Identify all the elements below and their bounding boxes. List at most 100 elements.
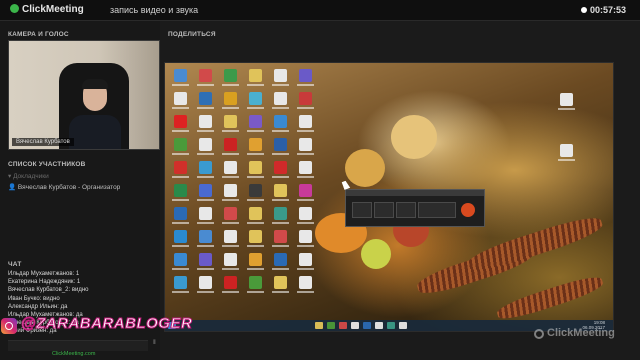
desktop-icon[interactable] (246, 230, 264, 247)
desktop-icon[interactable] (196, 115, 214, 132)
desktop-icon[interactable] (296, 253, 314, 270)
taskbar-item[interactable] (387, 322, 395, 329)
desktop-icon[interactable] (221, 230, 239, 247)
desktop-icon[interactable] (221, 161, 239, 178)
instagram-icon (1, 318, 17, 334)
desktop-icon[interactable] (221, 276, 239, 293)
desktop-icon[interactable] (271, 184, 289, 201)
desktop-icon[interactable] (271, 230, 289, 247)
taskbar-item[interactable] (375, 322, 383, 329)
desktop-icon[interactable] (196, 69, 214, 86)
presenter-hair (82, 79, 108, 89)
desktop-icon[interactable] (271, 161, 289, 178)
chat-message: Иван Бучко: видно (8, 295, 60, 302)
clock-icon (580, 7, 587, 13)
taskbar-item[interactable] (399, 322, 407, 329)
screen-share[interactable]: 19:08 06.09.2017 (164, 62, 614, 332)
desktop-icon[interactable] (271, 92, 289, 109)
player-button[interactable] (396, 202, 416, 218)
desktop-icon[interactable] (271, 276, 289, 293)
desktop-icon[interactable] (271, 138, 289, 155)
taskbar-item[interactable] (351, 322, 359, 329)
desktop-icon[interactable] (221, 207, 239, 224)
desktop-icon[interactable] (246, 115, 264, 132)
desktop-icon[interactable] (296, 92, 314, 109)
app-logo[interactable]: ClickMeeting (10, 4, 84, 15)
chat-input[interactable] (8, 340, 148, 351)
desktop-icon[interactable] (558, 144, 575, 161)
desktop-icon[interactable] (171, 276, 189, 293)
desktop-icon[interactable] (296, 138, 314, 155)
desktop-icon[interactable] (246, 69, 264, 86)
desktop-icon[interactable] (296, 161, 314, 178)
desktop-icon[interactable] (171, 230, 189, 247)
desktop-icon[interactable] (296, 207, 314, 224)
taskbar-item[interactable] (315, 322, 323, 329)
desktop-icon[interactable] (196, 184, 214, 201)
watermark-text: ClickMeeting (547, 327, 615, 339)
desktop-icon[interactable] (271, 115, 289, 132)
desktop-icon[interactable] (296, 276, 314, 293)
desktop-icon[interactable] (271, 207, 289, 224)
desktop-icon[interactable] (221, 115, 239, 132)
desktop-icon[interactable] (246, 276, 264, 293)
clickmeeting-logo-icon (10, 4, 19, 13)
camera-section-label: КАМЕРА И ГОЛОС (8, 31, 69, 38)
desktop-icon-grid (169, 67, 319, 297)
desktop-icon[interactable] (171, 138, 189, 155)
desktop-icon[interactable] (221, 92, 239, 109)
desktop-icon[interactable] (171, 92, 189, 109)
desktop-icon[interactable] (221, 69, 239, 86)
desktop-icon[interactable] (171, 184, 189, 201)
apple-shape (345, 149, 385, 187)
desktop-icon[interactable] (271, 253, 289, 270)
desktop-icon[interactable] (246, 253, 264, 270)
desktop-icon[interactable] (196, 230, 214, 247)
taskbar-item[interactable] (327, 322, 335, 329)
desktop-icon[interactable] (246, 184, 264, 201)
pear-shape (391, 115, 437, 159)
desktop-icon[interactable] (296, 184, 314, 201)
participant-item[interactable]: 👤 Вячеслав Курбатов - Организатор (8, 183, 120, 191)
desktop-icon[interactable] (196, 253, 214, 270)
desktop-icon[interactable] (196, 207, 214, 224)
desktop-icon[interactable] (246, 138, 264, 155)
session-title: запись видео и звука (110, 5, 199, 15)
taskbar-item[interactable] (363, 322, 371, 329)
desktop-icon[interactable] (196, 276, 214, 293)
player-button[interactable] (352, 202, 372, 218)
record-button-icon[interactable] (461, 203, 475, 217)
desktop-icon[interactable] (221, 138, 239, 155)
desktop-icon[interactable] (246, 92, 264, 109)
desktop-icon[interactable] (558, 93, 575, 110)
desktop-icon[interactable] (171, 253, 189, 270)
taskbar-item[interactable] (339, 322, 347, 329)
participants-group-label: Докладчики (13, 173, 49, 180)
session-timer: 00:57:53 (580, 5, 626, 15)
chat-message: Александр Ильин: да (8, 303, 68, 310)
desktop-icon[interactable] (296, 69, 314, 86)
desktop-icon[interactable] (196, 161, 214, 178)
chat-message: Ильдар Мухаметжанов: 1 (8, 271, 80, 277)
participants-group-presenters[interactable]: ▾ Докладчики (8, 172, 49, 180)
player-button[interactable] (374, 202, 394, 218)
player-volume-slider[interactable] (418, 202, 456, 218)
media-player-window[interactable] (345, 189, 485, 227)
player-title-bar[interactable] (346, 190, 484, 196)
footer-link[interactable]: ClickMeeting.com (52, 351, 95, 357)
desktop-icon[interactable] (171, 207, 189, 224)
desktop-icon[interactable] (221, 184, 239, 201)
scroll-handle-icon[interactable]: ⦀ (153, 340, 156, 347)
desktop-icon[interactable] (196, 138, 214, 155)
desktop-icon[interactable] (296, 230, 314, 247)
desktop-icon[interactable] (246, 207, 264, 224)
desktop-icon[interactable] (271, 69, 289, 86)
desktop-icon[interactable] (196, 92, 214, 109)
desktop-icon[interactable] (171, 115, 189, 132)
desktop-icon[interactable] (171, 69, 189, 86)
desktop-icon[interactable] (221, 253, 239, 270)
desktop-icon[interactable] (296, 115, 314, 132)
desktop-icon[interactable] (246, 161, 264, 178)
camera-feed[interactable]: Вячеслав Курбатов (8, 40, 160, 150)
desktop-icon[interactable] (171, 161, 189, 178)
